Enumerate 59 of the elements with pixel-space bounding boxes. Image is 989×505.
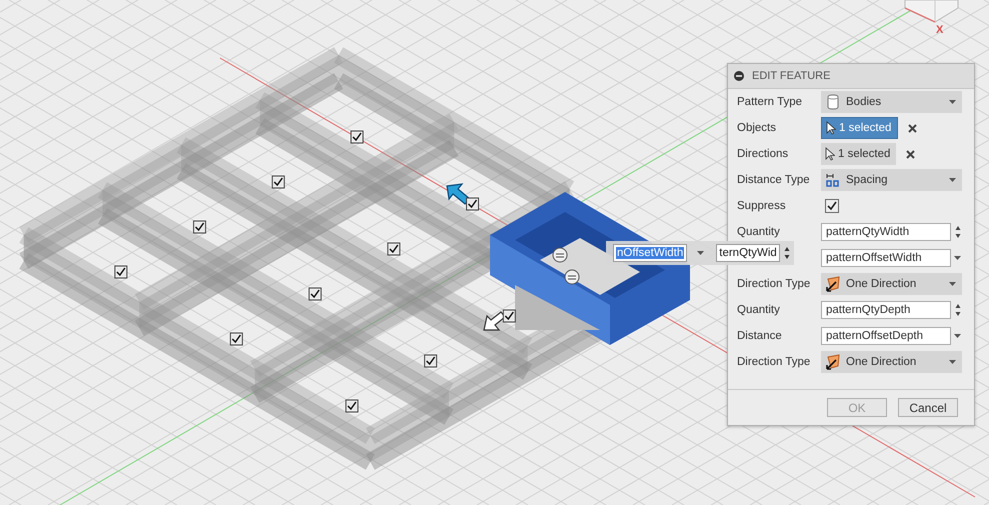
spinner-icon[interactable] [954, 303, 960, 317]
dropdown[interactable]: Spacing [821, 169, 962, 191]
arrow-icon[interactable] [446, 183, 471, 205]
field-label: Suppress [737, 200, 787, 212]
checkbox[interactable] [387, 242, 400, 256]
caret-icon[interactable] [949, 178, 956, 182]
caret-icon[interactable] [954, 256, 961, 260]
input-field[interactable]: patternOffsetDepth [821, 327, 951, 345]
input-field[interactable]: ternQtyWid [716, 244, 780, 262]
clear-icon[interactable] [908, 124, 918, 132]
axis-label: X [936, 24, 944, 36]
checkbox[interactable] [345, 400, 358, 412]
collapse-icon[interactable] [734, 71, 744, 81]
checkbox[interactable] [308, 288, 322, 300]
spacing-icon [825, 172, 841, 188]
caret-icon[interactable] [949, 360, 956, 364]
checkbox[interactable] [114, 266, 128, 278]
field-label: Distance Type [737, 174, 811, 186]
checkbox[interactable] [272, 176, 285, 188]
input-field[interactable]: patternQtyWidth [821, 223, 951, 241]
input-field[interactable]: patternQtyDepth [821, 301, 951, 319]
cursor-icon [826, 121, 836, 135]
cancel-button[interactable]: Cancel [898, 398, 958, 417]
dropdown[interactable]: One Direction [821, 351, 962, 373]
direction-arrow-icon [825, 354, 841, 370]
checkbox[interactable] [424, 354, 438, 368]
field-label: Direction Type [737, 278, 812, 290]
checkbox[interactable] [230, 332, 243, 346]
field-label: Objects [737, 122, 777, 134]
checkbox[interactable] [825, 199, 839, 213]
field-label: Direction Type [737, 356, 812, 368]
checkbox[interactable] [193, 220, 206, 234]
caret-icon[interactable] [954, 334, 961, 338]
checkbox[interactable] [502, 310, 516, 322]
spinner-icon[interactable] [784, 246, 790, 260]
caret-icon[interactable] [949, 100, 956, 104]
cylinder-icon [825, 94, 841, 110]
input-field[interactable]: nOffsetWidth [613, 244, 688, 262]
view-cube-drawing[interactable] [904, 0, 958, 23]
cursor-icon [825, 147, 835, 161]
selection-button[interactable]: 1 selected [821, 143, 896, 165]
dropdown[interactable]: One Direction [821, 273, 962, 295]
field-label: Quantity [737, 226, 781, 238]
selection-button[interactable]: 1 selected [821, 117, 898, 139]
spinner-icon[interactable] [954, 225, 960, 239]
panel-title: EDIT FEATURE [752, 70, 830, 82]
field-label: Distance [737, 330, 783, 342]
checkbox[interactable] [350, 130, 364, 144]
caret-icon[interactable] [949, 282, 956, 286]
input-field[interactable]: patternOffsetWidth [821, 249, 951, 267]
checkbox[interactable] [466, 198, 479, 210]
caret-icon[interactable] [697, 251, 704, 255]
field-label: Quantity [737, 304, 781, 316]
field-label: Pattern Type [737, 96, 803, 108]
field-label: Directions [737, 148, 790, 160]
arrow-icon[interactable] [483, 311, 506, 331]
clear-icon[interactable] [906, 150, 916, 158]
direction-arrow-icon [825, 276, 841, 292]
dropdown[interactable]: Bodies [821, 91, 962, 113]
